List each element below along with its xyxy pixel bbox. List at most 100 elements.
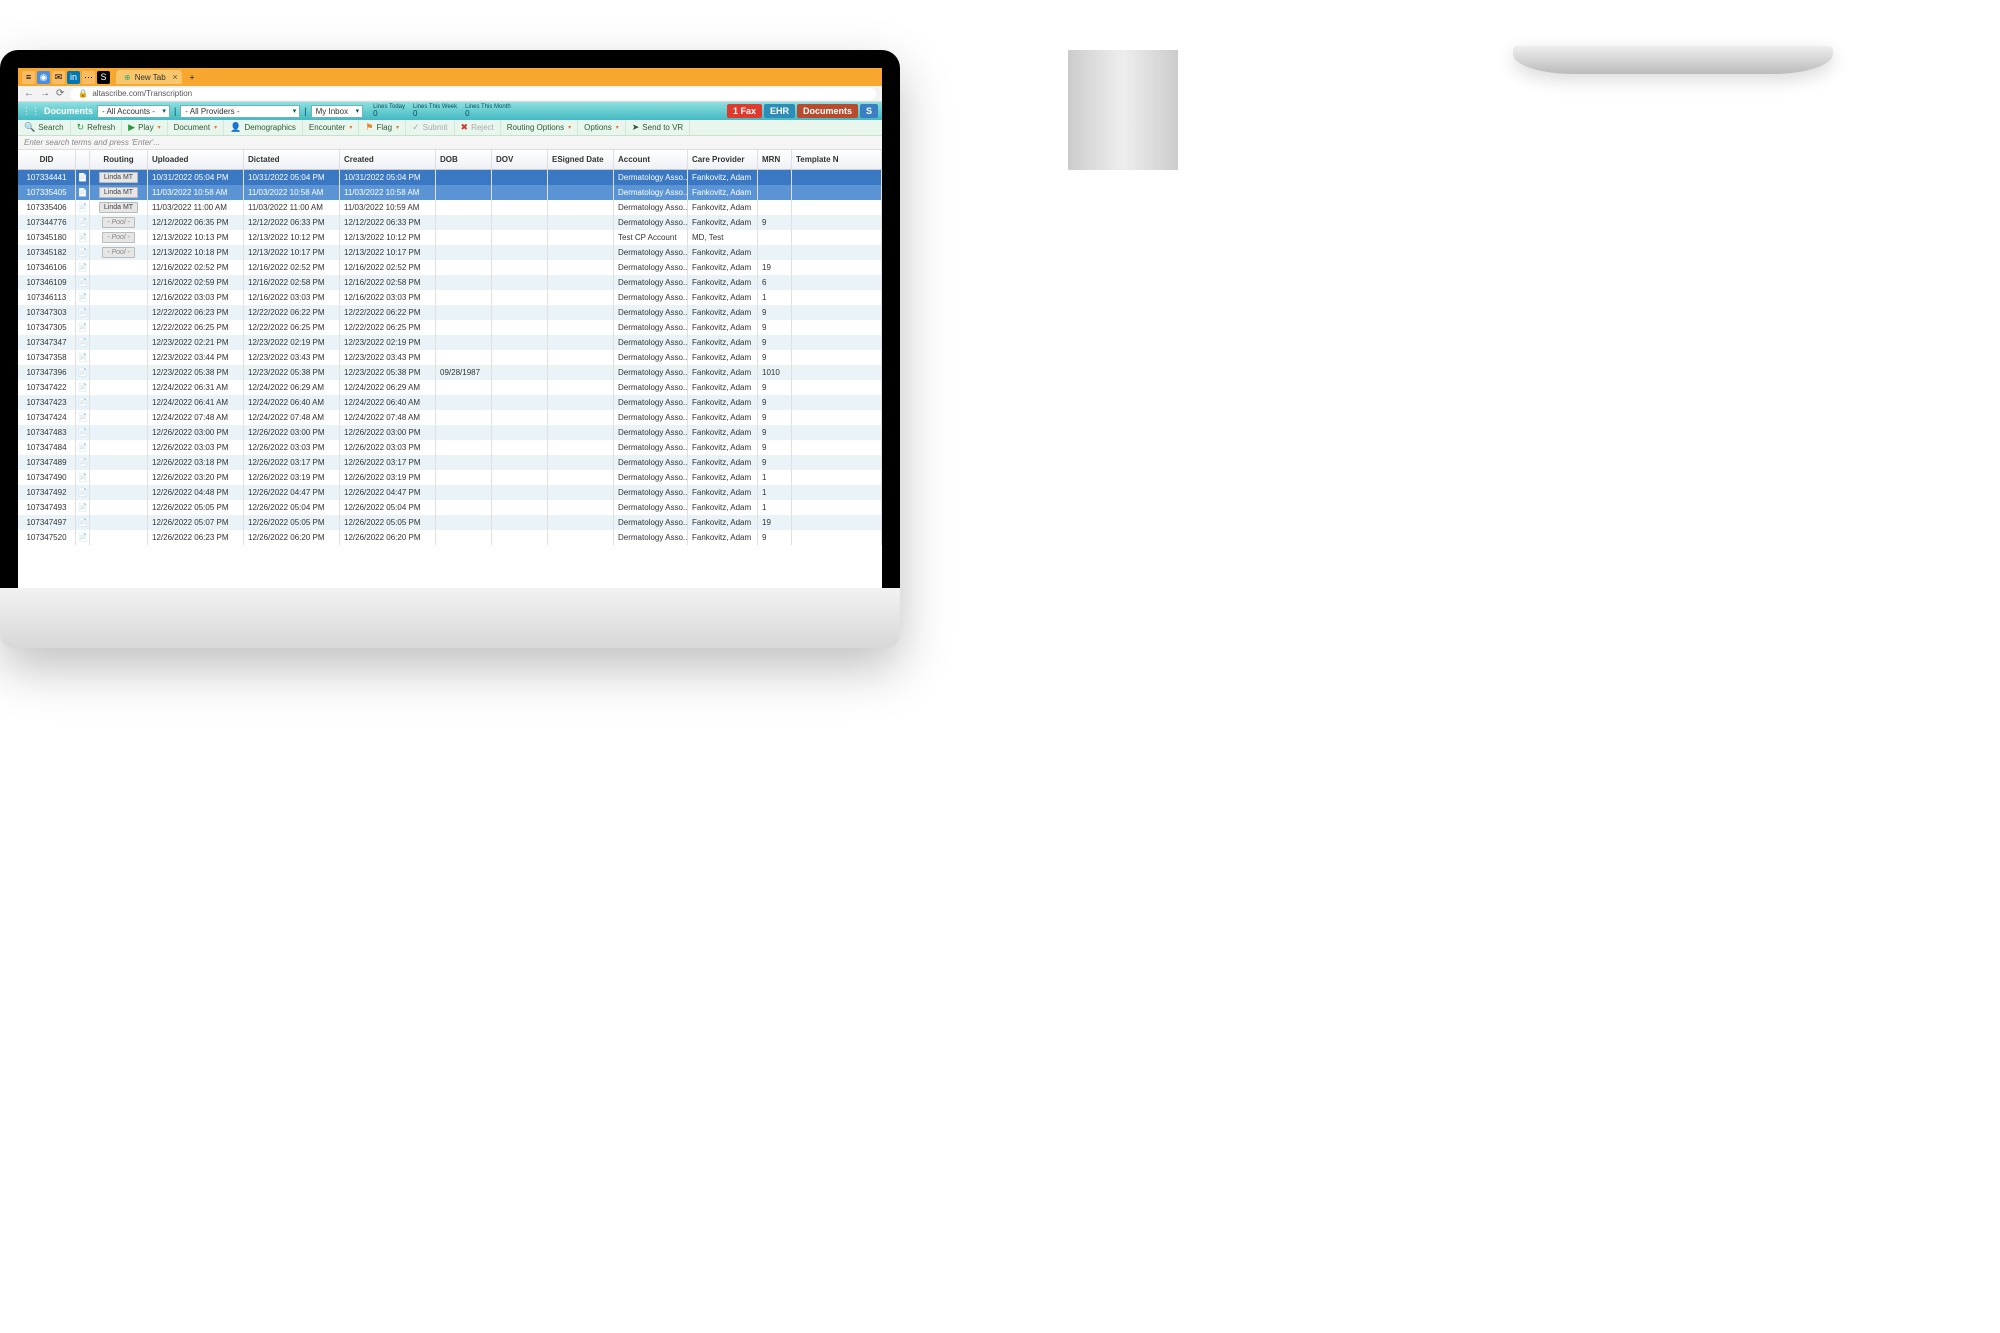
table-row[interactable]: 107347396📄12/23/2022 05:38 PM12/23/2022 … — [18, 365, 882, 380]
table-row[interactable]: 107346106📄12/16/2022 02:52 PM12/16/2022 … — [18, 260, 882, 275]
browser-tab[interactable]: ⊕ New Tab × — [116, 70, 182, 84]
back-icon[interactable]: ← — [24, 88, 34, 99]
table-row[interactable]: 107347489📄12/26/2022 03:18 PM12/26/2022 … — [18, 455, 882, 470]
table-row[interactable]: 107346109📄12/16/2022 02:59 PM12/16/2022 … — [18, 275, 882, 290]
table-row[interactable]: 107347305📄12/22/2022 06:25 PM12/22/2022 … — [18, 320, 882, 335]
col-status[interactable] — [76, 150, 90, 169]
col-created[interactable]: Created — [340, 150, 436, 169]
table-row[interactable]: 107347423📄12/24/2022 06:41 AM12/24/2022 … — [18, 395, 882, 410]
col-care-provider[interactable]: Care Provider — [688, 150, 758, 169]
table-row[interactable]: 107345182📄- Pool -12/13/2022 10:18 PM12/… — [18, 245, 882, 260]
table-row[interactable]: 107347358📄12/23/2022 03:44 PM12/23/2022 … — [18, 350, 882, 365]
linkedin-icon[interactable]: in — [67, 71, 80, 84]
flag-button[interactable]: ⚑Flag▾ — [359, 120, 406, 135]
cell-dob — [436, 215, 492, 230]
app-icon[interactable]: S — [97, 71, 110, 84]
cell-dov — [492, 215, 548, 230]
forward-icon[interactable]: → — [40, 88, 50, 99]
url-input[interactable]: 🔒 altascribe.com/Transcription — [70, 88, 876, 100]
cell-dictated: 12/26/2022 03:00 PM — [244, 425, 340, 440]
col-account[interactable]: Account — [614, 150, 688, 169]
menu-icon[interactable]: ≡ — [22, 71, 35, 84]
send-vr-button[interactable]: ➤Send to VR — [626, 120, 690, 135]
cell-did: 107347489 — [18, 455, 76, 470]
col-template[interactable]: Template N — [792, 150, 882, 169]
cell-esigned — [548, 335, 614, 350]
table-row[interactable]: 107347422📄12/24/2022 06:31 AM12/24/2022 … — [18, 380, 882, 395]
account-select[interactable]: - All Accounts - — [97, 105, 170, 118]
tab-s[interactable]: S — [860, 104, 878, 118]
cell-esigned — [548, 290, 614, 305]
chevron-down-icon: ▾ — [214, 124, 217, 131]
routing-chip[interactable]: Linda MT — [99, 202, 138, 213]
refresh-button[interactable]: ↻Refresh — [71, 120, 123, 135]
col-mrn[interactable]: MRN — [758, 150, 792, 169]
search-input[interactable]: Enter search terms and press 'Enter'... — [18, 136, 882, 150]
routing-chip[interactable]: - Pool - — [102, 247, 135, 258]
cell-mrn: 9 — [758, 335, 792, 350]
demographics-button[interactable]: 👤Demographics — [224, 120, 303, 135]
provider-select[interactable]: - All Providers - — [180, 105, 300, 118]
tab-documents[interactable]: Documents — [797, 104, 858, 118]
table-row[interactable]: 107347492📄12/26/2022 04:48 PM12/26/2022 … — [18, 485, 882, 500]
cell-care-provider: Fankovitz, Adam — [688, 305, 758, 320]
cell-care-provider: Fankovitz, Adam — [688, 485, 758, 500]
new-tab-button[interactable]: + — [190, 73, 195, 82]
table-row[interactable]: 107347347📄12/23/2022 02:21 PM12/23/2022 … — [18, 335, 882, 350]
tab-ehr[interactable]: EHR — [764, 104, 795, 118]
table-row[interactable]: 107347303📄12/22/2022 06:23 PM12/22/2022 … — [18, 305, 882, 320]
monitor-chin — [0, 588, 900, 648]
table-row[interactable]: 107334441📄Linda MT10/31/2022 05:04 PM10/… — [18, 170, 882, 185]
table-body[interactable]: 107334441📄Linda MT10/31/2022 05:04 PM10/… — [18, 170, 882, 588]
col-uploaded[interactable]: Uploaded — [148, 150, 244, 169]
cell-dov — [492, 500, 548, 515]
table-row[interactable]: 107347520📄12/26/2022 06:23 PM12/26/2022 … — [18, 530, 882, 545]
play-button[interactable]: ▶Play▾ — [122, 120, 168, 135]
cell-esigned — [548, 260, 614, 275]
col-esigned[interactable]: ESigned Date — [548, 150, 614, 169]
table-row[interactable]: 107346113📄12/16/2022 03:03 PM12/16/2022 … — [18, 290, 882, 305]
routing-chip[interactable]: Linda MT — [99, 172, 138, 183]
search-button[interactable]: 🔍Search — [18, 120, 71, 135]
routing-chip[interactable]: Linda MT — [99, 187, 138, 198]
col-dob[interactable]: DOB — [436, 150, 492, 169]
document-icon: 📄 — [78, 383, 88, 392]
table-row[interactable]: 107347490📄12/26/2022 03:20 PM12/26/2022 … — [18, 470, 882, 485]
cell-esigned — [548, 350, 614, 365]
table-row[interactable]: 107335406📄Linda MT11/03/2022 11:00 AM11/… — [18, 200, 882, 215]
cell-status: 📄 — [76, 485, 90, 500]
table-row[interactable]: 107335405📄Linda MT11/03/2022 10:58 AM11/… — [18, 185, 882, 200]
table-row[interactable]: 107347493📄12/26/2022 05:05 PM12/26/2022 … — [18, 500, 882, 515]
col-dov[interactable]: DOV — [492, 150, 548, 169]
table-row[interactable]: 107347484📄12/26/2022 03:03 PM12/26/2022 … — [18, 440, 882, 455]
table-row[interactable]: 107345180📄- Pool -12/13/2022 10:13 PM12/… — [18, 230, 882, 245]
document-button[interactable]: Document▾ — [168, 120, 224, 135]
mail-icon[interactable]: ✉ — [52, 71, 65, 84]
cell-account: Dermatology Asso... — [614, 530, 688, 545]
cell-esigned — [548, 185, 614, 200]
cell-status: 📄 — [76, 410, 90, 425]
col-routing[interactable]: Routing — [90, 150, 148, 169]
col-dictated[interactable]: Dictated — [244, 150, 340, 169]
reload-icon[interactable]: ⟳ — [56, 88, 64, 99]
cell-dov — [492, 320, 548, 335]
browser-icon[interactable]: ◉ — [37, 71, 50, 84]
close-tab-icon[interactable]: × — [172, 72, 177, 82]
cell-template — [792, 425, 882, 440]
options-button[interactable]: Options▾ — [578, 120, 626, 135]
inbox-select[interactable]: My Inbox — [311, 105, 363, 118]
col-did[interactable]: DID — [18, 150, 76, 169]
routing-chip[interactable]: - Pool - — [102, 217, 135, 228]
routing-button[interactable]: Routing Options▾ — [501, 120, 578, 135]
table-row[interactable]: 107344776📄- Pool -12/12/2022 06:35 PM12/… — [18, 215, 882, 230]
cell-mrn: 1010 — [758, 365, 792, 380]
table-row[interactable]: 107347424📄12/24/2022 07:48 AM12/24/2022 … — [18, 410, 882, 425]
more-icon[interactable]: ⋯ — [82, 71, 95, 84]
cell-status: 📄 — [76, 275, 90, 290]
encounter-button[interactable]: Encounter▾ — [303, 120, 359, 135]
fax-badge[interactable]: 1 Fax — [727, 104, 762, 118]
routing-chip[interactable]: - Pool - — [102, 232, 135, 243]
cell-esigned — [548, 305, 614, 320]
table-row[interactable]: 107347497📄12/26/2022 05:07 PM12/26/2022 … — [18, 515, 882, 530]
table-row[interactable]: 107347483📄12/26/2022 03:00 PM12/26/2022 … — [18, 425, 882, 440]
